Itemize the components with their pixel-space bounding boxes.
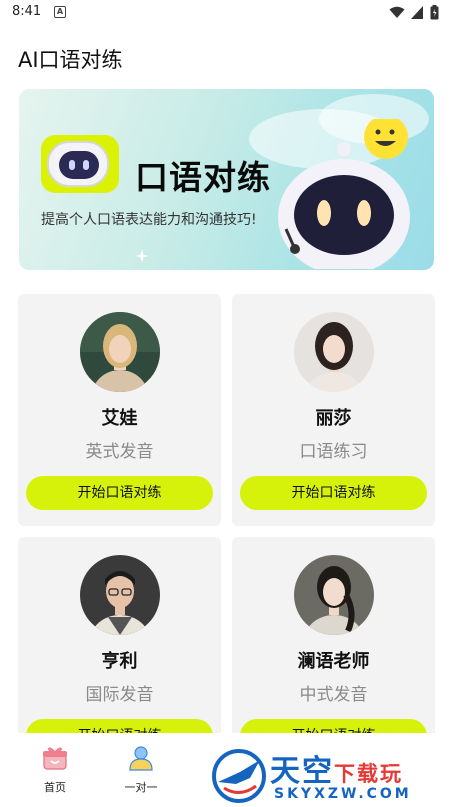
watermark-accent: 下载玩 (334, 762, 403, 786)
tutor-name: 亨利 (101, 651, 138, 672)
tutor-name: 丽莎 (315, 408, 352, 429)
signal-icon (411, 6, 423, 19)
battery-icon (430, 5, 439, 20)
page-title: AI口语对练 (18, 48, 123, 72)
start-practice-button[interactable]: 开始口语对练 (26, 476, 213, 510)
globe-plane-icon (212, 749, 266, 803)
tutor-subtitle: 国际发音 (85, 685, 154, 705)
nav-item-one-on-one[interactable]: 一对一 (111, 745, 171, 795)
tutor-subtitle: 英式发音 (85, 442, 154, 462)
watermark-logo: 天空下载玩 SKYXZW.COM (210, 744, 453, 807)
person-icon (129, 746, 153, 771)
tutor-name: 澜语老师 (297, 651, 370, 672)
watermark-title: 天空下载玩 (270, 746, 403, 790)
tutor-subtitle: 中式发音 (299, 685, 368, 705)
avatar (80, 555, 160, 635)
hero-banner[interactable]: 口语对练 提高个人口语表达能力和沟通技巧! (19, 89, 434, 270)
robot-logo-icon (41, 135, 119, 193)
watermark-domain: SKYXZW.COM (274, 786, 412, 802)
sparkle-icon (135, 249, 149, 263)
tutor-name: 艾娃 (101, 408, 138, 429)
nav-item-home[interactable]: 首页 (25, 745, 85, 795)
banner-subtitle: 提高个人口语表达能力和沟通技巧! (41, 212, 257, 228)
tutor-card[interactable]: 丽莎 口语练习 开始口语对练 (232, 294, 435, 526)
status-icons (389, 5, 439, 20)
status-time: 8:41 (12, 4, 42, 19)
banner-title: 口语对练 (135, 158, 271, 197)
avatar (80, 312, 160, 392)
status-bar: 8:41 A (0, 0, 453, 26)
start-practice-button[interactable]: 开始口语对练 (240, 476, 427, 510)
tutor-subtitle: 口语练习 (299, 442, 368, 462)
notification-a-icon: A (54, 6, 66, 18)
avatar (294, 312, 374, 392)
avatar (294, 555, 374, 635)
watermark-main: 天空 (270, 754, 334, 789)
robot-mascot-icon (278, 119, 410, 269)
nav-label: 首页 (44, 781, 66, 794)
gift-icon (43, 747, 67, 770)
wifi-icon (389, 6, 405, 18)
tutor-card[interactable]: 艾娃 英式发音 开始口语对练 (18, 294, 221, 526)
nav-label: 一对一 (124, 781, 158, 794)
